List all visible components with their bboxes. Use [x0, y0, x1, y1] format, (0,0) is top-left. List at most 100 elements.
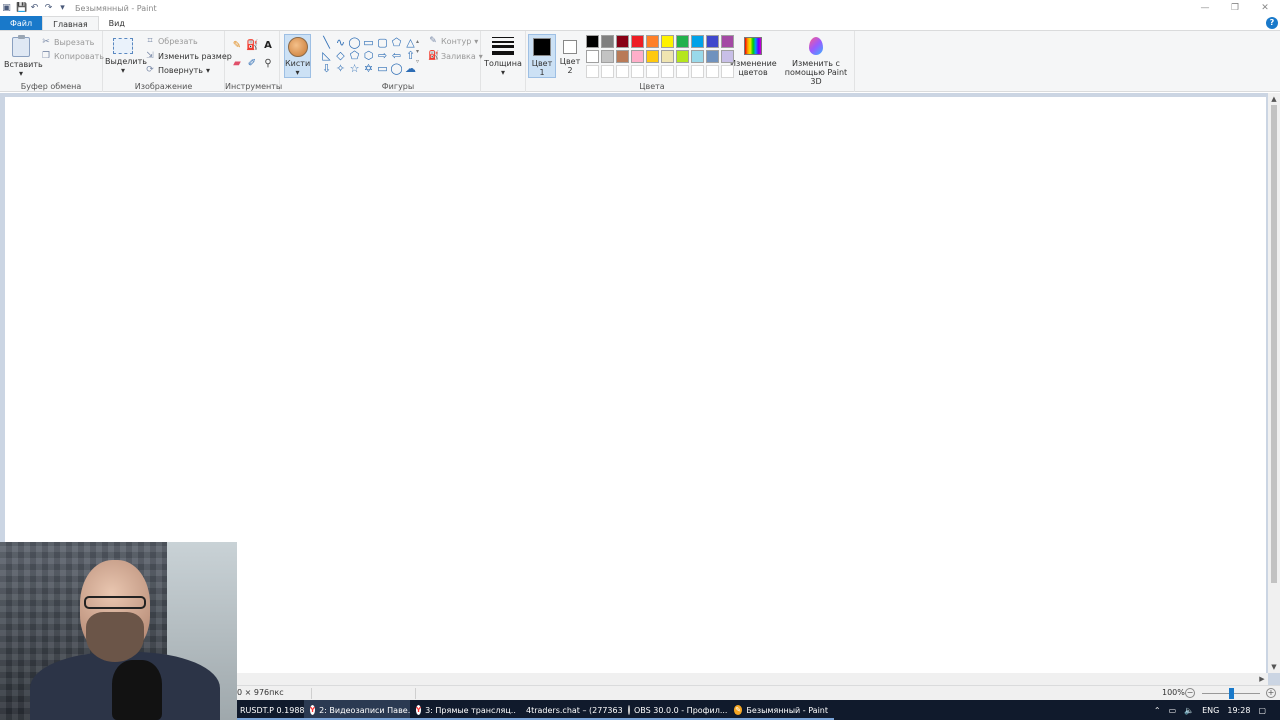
tray-chevron-icon[interactable]: ⌃ [1154, 706, 1161, 715]
palette-empty-swatch[interactable] [586, 65, 599, 78]
taskbar-item-paint[interactable]: ✎ Безымянный - Paint [728, 700, 834, 720]
paint3d-button[interactable]: Изменить с помощью Paint 3D [780, 34, 852, 86]
four-point-star-shape-icon[interactable]: ✧ [334, 62, 347, 75]
taskbar-item-chrome[interactable]: 4traders.chat – (277363) [516, 700, 622, 720]
cut-button[interactable]: ✂ Вырезать [41, 37, 94, 47]
paste-button[interactable]: Вставить ▾ [4, 35, 43, 78]
right-triangle-shape-icon[interactable]: ◺ [320, 49, 333, 62]
palette-color-swatch[interactable] [706, 35, 719, 48]
scroll-down-icon[interactable]: ▼ [1268, 661, 1280, 673]
polygon-shape-icon[interactable]: ⬠ [390, 36, 403, 49]
palette-empty-swatch[interactable] [691, 65, 704, 78]
curve-shape-icon[interactable]: ∿ [334, 36, 347, 49]
taskbar-item-yandex-streams[interactable]: Y 3: Прямые трансляц... [410, 700, 516, 720]
palette-color-swatch[interactable] [691, 50, 704, 63]
palette-color-swatch[interactable] [601, 50, 614, 63]
palette-empty-swatch[interactable] [646, 65, 659, 78]
palette-color-swatch[interactable] [691, 35, 704, 48]
color1-button[interactable]: Цвет 1 [528, 34, 556, 78]
close-button[interactable]: ✕ [1250, 0, 1280, 16]
vertical-scroll-thumb[interactable] [1271, 105, 1277, 583]
scroll-up-icon[interactable]: ▲ [1268, 93, 1280, 105]
shapes-gallery-scroll[interactable]: ▴ ▾ ▿ [416, 37, 422, 67]
palette-color-swatch[interactable] [706, 50, 719, 63]
size-button[interactable]: Толщина ▾ [484, 37, 522, 77]
zoom-slider[interactable] [1202, 688, 1260, 699]
help-icon[interactable]: ? [1266, 17, 1278, 29]
zoom-out-button[interactable]: − [1185, 688, 1195, 698]
palette-empty-swatch[interactable] [721, 65, 734, 78]
redo-icon[interactable]: ↷ [44, 3, 53, 13]
palette-color-swatch[interactable] [676, 50, 689, 63]
down-arrow-shape-icon[interactable]: ⇩ [320, 62, 333, 75]
palette-color-swatch[interactable] [646, 50, 659, 63]
palette-color-swatch[interactable] [616, 50, 629, 63]
eraser-icon[interactable]: ▰ [231, 58, 243, 70]
vertical-scrollbar[interactable]: ▲ ▼ [1268, 93, 1280, 673]
paint-app-icon[interactable]: ▣ [2, 3, 11, 13]
palette-color-swatch[interactable] [586, 50, 599, 63]
palette-color-swatch[interactable] [601, 35, 614, 48]
edit-colors-button[interactable]: Изменение цветов [730, 34, 777, 77]
select-button[interactable]: Выделить ▾ [105, 38, 147, 75]
palette-color-swatch[interactable] [721, 50, 734, 63]
palette-empty-swatch[interactable] [706, 65, 719, 78]
pentagon-shape-icon[interactable]: ⬠ [348, 49, 361, 62]
customize-dropdown-icon[interactable]: ▾ [58, 3, 67, 13]
save-icon[interactable]: 💾 [16, 3, 27, 13]
palette-empty-swatch[interactable] [616, 65, 629, 78]
palette-color-swatch[interactable] [721, 35, 734, 48]
palette-empty-swatch[interactable] [661, 65, 674, 78]
tab-view[interactable]: Вид [99, 16, 135, 30]
oval-shape-icon[interactable]: ◯ [348, 36, 361, 49]
palette-color-swatch[interactable] [616, 35, 629, 48]
left-arrow-shape-icon[interactable]: ⇦ [390, 49, 403, 62]
undo-icon[interactable]: ↶ [30, 3, 39, 13]
palette-color-swatch[interactable] [646, 35, 659, 48]
notifications-icon[interactable]: ▢ [1258, 706, 1266, 715]
right-arrow-shape-icon[interactable]: ⇨ [376, 49, 389, 62]
callout-oval-shape-icon[interactable]: ◯ [390, 62, 403, 75]
language-indicator[interactable]: ENG [1202, 706, 1219, 715]
palette-color-swatch[interactable] [661, 50, 674, 63]
restore-button[interactable]: ❐ [1220, 0, 1250, 16]
resize-button[interactable]: ⇲ Изменить размер [145, 51, 232, 61]
taskbar-item-obs[interactable]: OBS 30.0.0 - Профил... [622, 700, 728, 720]
scroll-right-icon[interactable]: ▶ [1256, 673, 1268, 685]
five-point-star-shape-icon[interactable]: ☆ [348, 62, 361, 75]
volume-icon[interactable]: 🔈 [1184, 706, 1194, 715]
rectangle-shape-icon[interactable]: ▭ [362, 36, 375, 49]
color-picker-icon[interactable]: ✐ [246, 58, 258, 70]
hexagon-shape-icon[interactable]: ⬡ [362, 49, 375, 62]
text-tool-icon[interactable]: A [262, 40, 274, 52]
brushes-button[interactable]: Кисти ▾ [284, 34, 311, 78]
palette-empty-swatch[interactable] [631, 65, 644, 78]
palette-color-swatch[interactable] [586, 35, 599, 48]
pencil-icon[interactable]: ✎ [231, 40, 243, 52]
taskbar-item-yandex-video[interactable]: Y 2: Видеозаписи Паве... [304, 700, 410, 720]
clock[interactable]: 19:28 [1227, 706, 1250, 715]
rotate-button[interactable]: ⟳ Повернуть ▾ [145, 65, 210, 75]
tab-home[interactable]: Главная [42, 16, 99, 30]
taskbar-item-tradingview[interactable]: RUSDT.P 0.1988... [234, 700, 304, 720]
magnifier-icon[interactable]: ⚲ [262, 58, 274, 70]
color2-button[interactable]: Цвет 2 [557, 34, 583, 78]
diamond-shape-icon[interactable]: ◇ [334, 49, 347, 62]
palette-color-swatch[interactable] [631, 50, 644, 63]
palette-color-swatch[interactable] [676, 35, 689, 48]
network-icon[interactable]: ▭ [1169, 706, 1177, 715]
palette-empty-swatch[interactable] [601, 65, 614, 78]
minimize-button[interactable]: — [1190, 0, 1220, 16]
palette-color-swatch[interactable] [631, 35, 644, 48]
palette-empty-swatch[interactable] [676, 65, 689, 78]
zoom-in-button[interactable]: + [1266, 688, 1276, 698]
zoom-slider-thumb[interactable] [1228, 688, 1234, 699]
rounded-rectangle-shape-icon[interactable]: ▢ [376, 36, 389, 49]
crop-button[interactable]: ⌗ Обрезать [145, 36, 197, 46]
line-shape-icon[interactable]: ╲ [320, 36, 333, 49]
palette-color-swatch[interactable] [661, 35, 674, 48]
copy-button[interactable]: ❐ Копировать [41, 51, 104, 61]
fill-button[interactable]: ⛽ Заливка ▾ [428, 51, 483, 61]
fill-bucket-icon[interactable]: ⛽ [246, 40, 258, 52]
tab-file[interactable]: Файл [0, 16, 43, 30]
